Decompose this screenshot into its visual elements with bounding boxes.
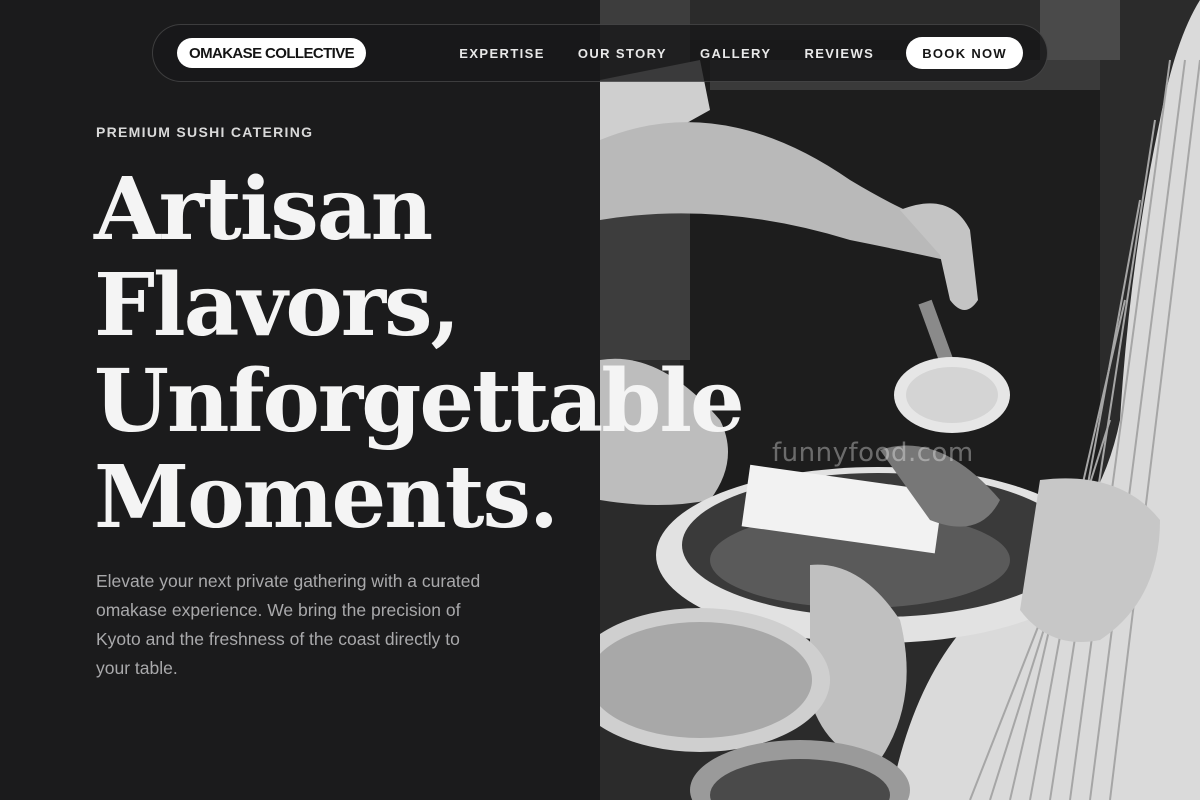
photo-watermark: funnyfood.com: [772, 438, 974, 468]
headline-line-1: Artisan: [94, 159, 433, 260]
hero-eyebrow: PREMIUM SUSHI CATERING: [96, 124, 314, 140]
brand-logo[interactable]: OMAKASE COLLECTIVE: [177, 38, 367, 68]
headline-line-2: Flavors,: [94, 255, 460, 356]
nav-link-reviews[interactable]: REVIEWS: [804, 46, 874, 61]
nav-link-expertise[interactable]: EXPERTISE: [459, 46, 545, 61]
nav-link-our-story[interactable]: OUR STORY: [578, 46, 667, 61]
hero-headline: Artisan Flavors, Unforgettable Moments.: [94, 159, 745, 548]
nav-links: EXPERTISE OUR STORY GALLERY REVIEWS BOOK…: [459, 37, 1023, 69]
hero-intro: Elevate your next private gathering with…: [96, 571, 481, 678]
headline-line-3: Unforgettable: [94, 351, 745, 452]
nav-link-gallery[interactable]: GALLERY: [700, 46, 771, 61]
top-navbar: OMAKASE COLLECTIVE EXPERTISE OUR STORY G…: [152, 24, 1048, 82]
book-now-button[interactable]: BOOK NOW: [906, 37, 1023, 69]
headline-line-4: Moments.: [94, 447, 559, 548]
